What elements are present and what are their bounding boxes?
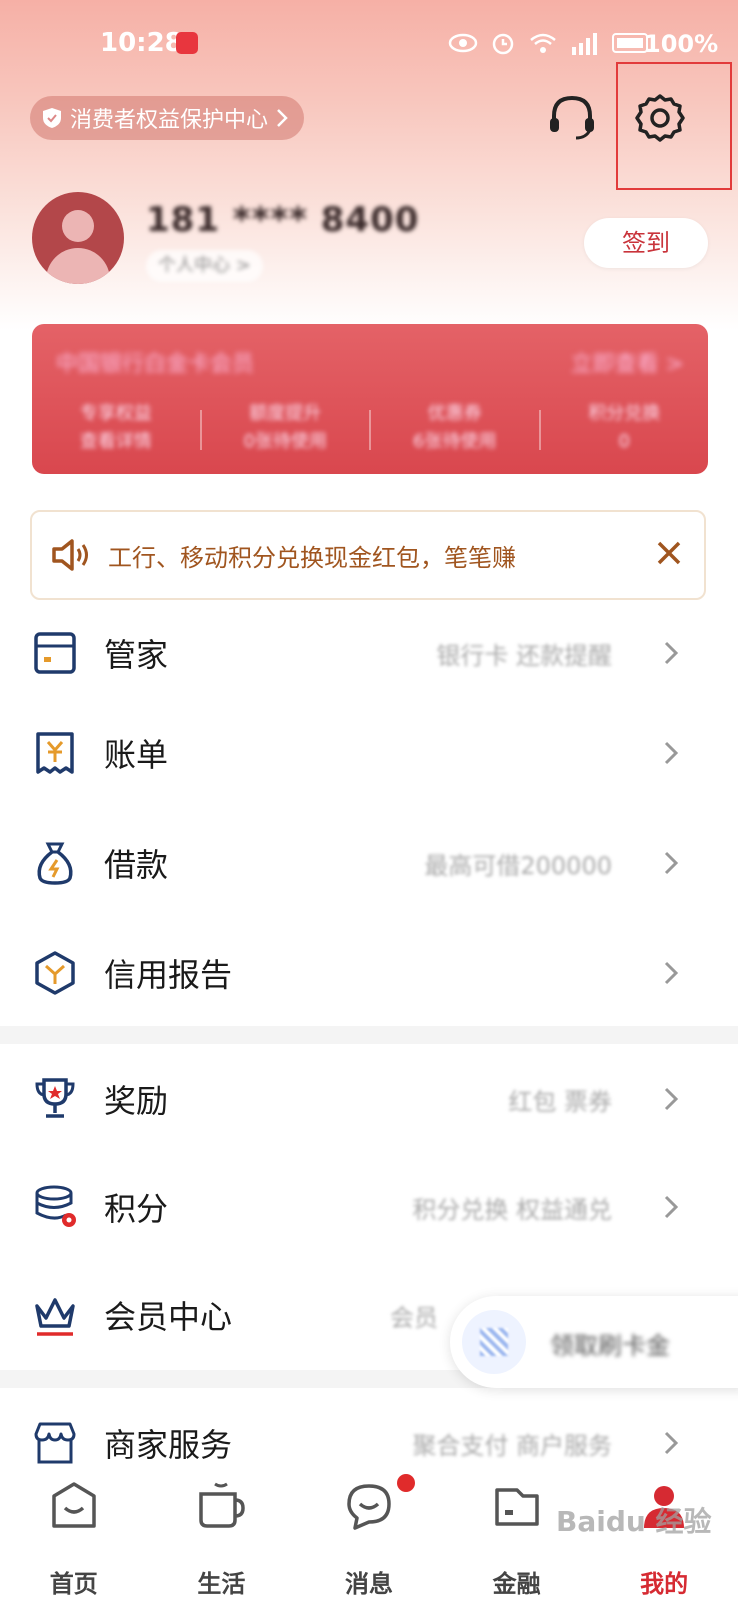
notice-text: 工行、移动积分兑换现金红包，笔笔赚 bbox=[108, 543, 516, 572]
eye-icon bbox=[448, 33, 478, 53]
coins-icon bbox=[35, 1185, 76, 1227]
avatar-body bbox=[46, 248, 110, 284]
home-icon bbox=[52, 1482, 96, 1528]
menu-value: 红包 票券 bbox=[508, 1087, 612, 1116]
menu-item-bill[interactable]: 账单 bbox=[0, 698, 738, 808]
chevron-right-icon bbox=[664, 1431, 679, 1455]
menu-item-reward[interactable]: 奖励 红包 票券 bbox=[0, 1044, 738, 1154]
floating-banner-text: 领取刷卡金 bbox=[550, 1332, 670, 1360]
member-stat[interactable]: 积分兑换 0 bbox=[541, 400, 709, 456]
close-icon[interactable] bbox=[654, 538, 684, 568]
alarm-icon bbox=[492, 33, 514, 55]
cup-icon bbox=[199, 1482, 246, 1528]
shield-icon bbox=[43, 108, 61, 128]
tab-home[interactable]: 首页 bbox=[0, 1470, 148, 1600]
status-time: 10:28 bbox=[100, 28, 183, 58]
menu-label: 会员中心 bbox=[104, 1298, 233, 1336]
floating-banner[interactable]: 领取刷卡金 bbox=[450, 1296, 738, 1388]
menu-item-loan[interactable]: 借款 最高可借200000 bbox=[0, 808, 738, 918]
chevron-right-icon bbox=[664, 851, 679, 875]
menu-label: 账单 bbox=[104, 736, 169, 774]
card-icon bbox=[34, 632, 76, 674]
hexagon-icon bbox=[35, 951, 75, 995]
crown-icon bbox=[35, 1298, 75, 1336]
moneybag-icon bbox=[37, 842, 73, 885]
battery-percent: 100% bbox=[644, 30, 719, 58]
watermark-logo: Baidu 经验 bbox=[556, 1505, 712, 1538]
chevron-right-icon bbox=[664, 1195, 679, 1219]
settings-gear-icon[interactable] bbox=[634, 92, 686, 144]
profile-center-link[interactable]: 个人中心 > bbox=[146, 250, 263, 282]
tab-label: 金融 bbox=[492, 1570, 541, 1598]
avatar[interactable] bbox=[32, 192, 124, 284]
wallet-icon bbox=[494, 1488, 539, 1526]
menu-label: 信用报告 bbox=[104, 956, 233, 994]
tab-label: 我的 bbox=[640, 1570, 689, 1598]
wifi-icon bbox=[530, 33, 556, 53]
menu-item-butler[interactable]: 管家 银行卡 还款提醒 bbox=[0, 598, 738, 708]
avatar-head bbox=[62, 210, 94, 242]
battery-icon bbox=[612, 33, 648, 53]
tab-label: 消息 bbox=[344, 1570, 393, 1598]
chevron-right-icon bbox=[277, 109, 288, 127]
trophy-icon bbox=[35, 1078, 75, 1118]
menu-item-points[interactable]: 积分 积分兑换 权益通兑 bbox=[0, 1152, 738, 1262]
tab-messages[interactable]: 消息 bbox=[295, 1470, 443, 1600]
member-card-title: 中国银行白金卡会员 bbox=[56, 352, 255, 377]
notice-banner[interactable]: 工行、移动积分兑换现金红包，笔笔赚 bbox=[30, 510, 706, 600]
speaker-icon bbox=[52, 539, 88, 571]
menu-label: 借款 bbox=[104, 846, 169, 884]
menu-label: 积分 bbox=[104, 1190, 169, 1228]
section-divider bbox=[0, 1026, 738, 1044]
chevron-right-icon bbox=[664, 961, 679, 985]
member-card-link[interactable]: 立即查看 > bbox=[571, 346, 684, 378]
receipt-icon bbox=[36, 732, 74, 774]
menu-item-credit-report[interactable]: 信用报告 bbox=[0, 918, 738, 1028]
consumer-protection-button[interactable]: 消费者权益保护中心 bbox=[30, 96, 305, 140]
member-card[interactable]: 中国银行白金卡会员 立即查看 > 专享权益 查看详情 额度提升 0张待使用 优惠券 6… bbox=[32, 324, 708, 474]
customer-service-icon[interactable] bbox=[546, 92, 598, 144]
consumer-protection-label: 消费者权益保护中心 bbox=[70, 108, 269, 133]
tab-life[interactable]: 生活 bbox=[148, 1470, 296, 1600]
menu-label: 商家服务 bbox=[104, 1426, 233, 1464]
chevron-right-icon bbox=[664, 641, 679, 665]
chevron-right-icon bbox=[664, 741, 679, 765]
tab-label: 首页 bbox=[49, 1570, 98, 1598]
member-card-stats: 专享权益 查看详情 额度提升 0张待使用 优惠券 6张待使用 积分兑换 0 bbox=[32, 400, 708, 456]
menu-value: 积分兑换 权益通兑 bbox=[412, 1195, 612, 1224]
qr-code-icon bbox=[462, 1310, 526, 1374]
member-stat[interactable]: 优惠券 6张待使用 bbox=[371, 400, 539, 456]
member-stat[interactable]: 专享权益 查看详情 bbox=[32, 400, 200, 456]
menu-value: 聚合支付 商户服务 bbox=[412, 1431, 612, 1460]
tab-label: 生活 bbox=[197, 1570, 246, 1598]
store-icon bbox=[34, 1422, 76, 1464]
user-phone-number: 181 **** 8400 bbox=[146, 200, 420, 240]
member-stat[interactable]: 额度提升 0张待使用 bbox=[202, 400, 370, 456]
status-icons bbox=[448, 30, 648, 56]
menu-label: 奖励 bbox=[104, 1082, 169, 1120]
chevron-right-icon bbox=[664, 1087, 679, 1111]
menu-value: 最高可借200000 bbox=[424, 851, 612, 880]
menu-value: 会员 bbox=[390, 1303, 438, 1332]
message-icon bbox=[347, 1484, 391, 1530]
unread-dot bbox=[397, 1474, 416, 1492]
app-notification-icon bbox=[176, 32, 198, 54]
menu-label: 管家 bbox=[104, 636, 169, 674]
signin-button[interactable]: 签到 bbox=[584, 218, 708, 268]
menu-value: 银行卡 还款提醒 bbox=[436, 641, 612, 670]
signal-icon bbox=[572, 33, 597, 55]
